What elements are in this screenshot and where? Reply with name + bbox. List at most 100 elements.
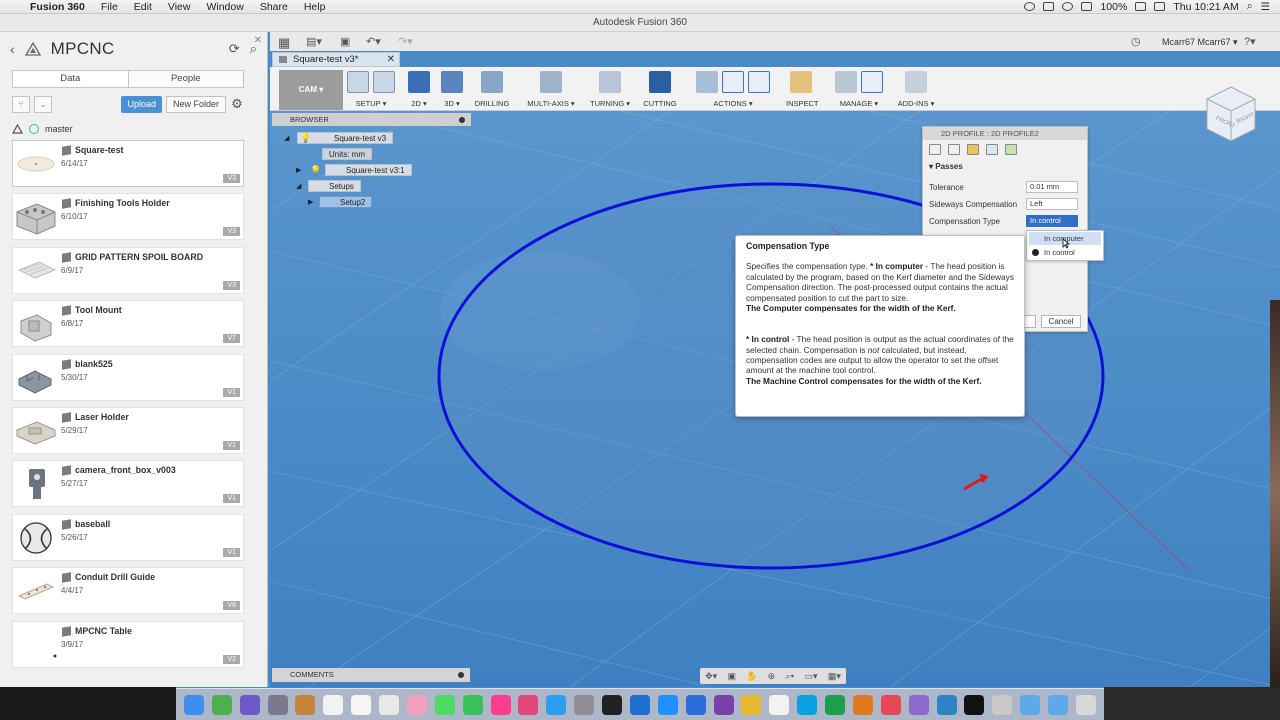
job-status-icon[interactable]: ◷ xyxy=(1131,35,1141,48)
notes-icon[interactable] xyxy=(351,694,372,715)
passes-section[interactable]: ▾ Passes xyxy=(923,162,1087,171)
user-menu[interactable]: Mcarr67 Mcarr67 ▾ xyxy=(1162,37,1238,48)
expand-arrow-icon[interactable]: ▶ xyxy=(308,198,313,206)
sideways-compensation-select[interactable]: Left xyxy=(1026,198,1078,210)
collapse-icon[interactable] xyxy=(459,117,465,123)
zoom-icon[interactable]: ⊕ xyxy=(768,671,776,682)
file-item[interactable]: MPCNC Table 3/9/17 V2 xyxy=(12,620,244,668)
linking-tab-icon[interactable] xyxy=(1005,144,1017,155)
display-settings-icon[interactable]: ▭▾ xyxy=(805,671,818,682)
launchpad-icon[interactable] xyxy=(267,694,288,715)
ribbon-group-cutting[interactable]: CUTTING xyxy=(642,71,678,109)
file-item[interactable]: Laser Holder 5/29/17 V1 xyxy=(12,406,244,454)
collapse-arrow-icon[interactable]: ◢ xyxy=(284,134,289,142)
file-item[interactable]: Tool Mount 6/8/17 V7 xyxy=(12,300,244,348)
excel-icon[interactable] xyxy=(825,694,846,715)
menu-view[interactable]: View xyxy=(160,1,199,13)
messages-icon[interactable] xyxy=(434,694,455,715)
trash-icon[interactable] xyxy=(1075,694,1096,715)
data-panel-toggle-icon[interactable]: ▦ xyxy=(278,35,290,51)
tree-units[interactable]: Units: mm xyxy=(322,148,372,160)
lightbulb-icon[interactable]: 💡 xyxy=(300,133,311,144)
tolerance-input[interactable]: 0.01 mm xyxy=(1026,181,1078,193)
tree-setups[interactable]: Setups xyxy=(308,180,361,192)
activity-monitor-icon[interactable] xyxy=(211,694,232,715)
tree-component[interactable]: Square-test v3:1 xyxy=(325,164,412,176)
gear-icon[interactable]: ⚙ xyxy=(230,96,244,112)
downloads-folder-icon[interactable] xyxy=(1048,694,1069,715)
chrome-icon[interactable] xyxy=(741,694,762,715)
collapse-arrow-icon[interactable]: ◢ xyxy=(296,182,301,190)
branch-indicator[interactable]: master xyxy=(12,123,73,135)
branch-icon[interactable]: ⑂ xyxy=(12,95,30,113)
preview-icon[interactable] xyxy=(992,694,1013,715)
pan-icon[interactable]: ✋ xyxy=(746,671,757,682)
itunes-icon[interactable] xyxy=(490,694,511,715)
grid-settings-icon[interactable]: ▦▾ xyxy=(828,671,841,682)
menu-share[interactable]: Share xyxy=(252,1,296,13)
siri-icon[interactable] xyxy=(239,694,260,715)
menu-window[interactable]: Window xyxy=(198,1,251,13)
menubar-clock[interactable]: Thu 10:21 AM xyxy=(1173,1,1238,13)
ribbon-group-actions[interactable]: ACTIONS ▾ xyxy=(694,71,772,109)
tree-root[interactable]: Square-test v3 xyxy=(297,132,394,144)
status-icon[interactable] xyxy=(1024,2,1036,11)
orbit-icon[interactable]: ✥▾ xyxy=(705,671,717,682)
ribbon-group-3d[interactable]: 3D ▾ xyxy=(438,71,466,109)
help-icon[interactable]: ?▾ xyxy=(1244,35,1256,48)
file-item[interactable]: baseball 5/26/17 V1 xyxy=(12,513,244,561)
upload-button[interactable]: Upload xyxy=(121,95,162,113)
tree-setup2[interactable]: Setup2 xyxy=(319,196,373,208)
status-icon[interactable] xyxy=(1043,2,1055,11)
word-icon[interactable] xyxy=(685,694,706,715)
ribbon-group-drilling[interactable]: DRILLING xyxy=(474,71,510,109)
photos-icon[interactable] xyxy=(406,694,427,715)
onenote-icon[interactable] xyxy=(713,694,734,715)
ribbon-group-manage[interactable]: MANAGE ▾ xyxy=(834,71,884,109)
file-item[interactable]: Conduit Drill Guide 4/4/17 V6 xyxy=(12,567,244,615)
menu-file[interactable]: File xyxy=(93,1,126,13)
undo-icon[interactable]: ↶▾ xyxy=(366,35,381,48)
close-icon[interactable]: ✕ xyxy=(254,35,262,46)
view-cube[interactable]: FRONT RIGHT xyxy=(1205,85,1257,145)
save-icon[interactable]: ▣ xyxy=(340,35,350,48)
workspace-switcher[interactable]: CAM ▾ xyxy=(279,70,343,110)
file-item[interactable]: GRID PATTERN SPOIL BOARD 6/9/17 V3 xyxy=(12,246,244,294)
calendar-icon[interactable] xyxy=(323,694,344,715)
ribbon-group-multi-axis[interactable]: MULTI-AXIS ▾ xyxy=(526,71,576,109)
ibooks-icon[interactable] xyxy=(518,694,539,715)
collapse-icon[interactable] xyxy=(458,672,464,678)
system-preferences-icon[interactable] xyxy=(574,694,595,715)
reminders-icon[interactable] xyxy=(379,694,400,715)
chevron-down-icon[interactable]: ⌄ xyxy=(34,95,52,113)
battery-percent[interactable]: 100% xyxy=(1100,1,1127,13)
file-menu-icon[interactable]: ▤▾ xyxy=(306,35,322,48)
file-item[interactable]: blank525 5/30/17 V1 xyxy=(12,353,244,401)
zoom-window-icon[interactable]: ⌕▾ xyxy=(785,671,794,682)
battery-icon[interactable] xyxy=(1135,2,1147,11)
comments-bar[interactable]: COMMENTS xyxy=(272,668,470,682)
redo-icon[interactable]: ↷▾ xyxy=(398,35,413,48)
fusion360-icon[interactable] xyxy=(852,694,873,715)
outlook-icon[interactable] xyxy=(629,694,650,715)
compensation-type-select[interactable]: In control xyxy=(1026,215,1078,227)
look-at-icon[interactable]: ▣ xyxy=(727,671,736,682)
tab-people[interactable]: People xyxy=(129,71,244,87)
cancel-button[interactable]: Cancel xyxy=(1041,315,1081,328)
tool-tab-icon[interactable] xyxy=(929,144,941,155)
ribbon-group-turning[interactable]: TURNING ▾ xyxy=(590,71,630,109)
app-store-icon[interactable] xyxy=(546,694,567,715)
new-folder-button[interactable]: New Folder xyxy=(165,95,226,113)
skype-icon[interactable] xyxy=(797,694,818,715)
heights-tab-icon[interactable] xyxy=(967,144,979,155)
tab-data[interactable]: Data xyxy=(13,71,129,87)
ribbon-group-add-ins[interactable]: ADD-INS ▾ xyxy=(896,71,936,109)
menu-list-icon[interactable]: ☰ xyxy=(1261,1,1270,13)
safari-icon[interactable] xyxy=(657,694,678,715)
facetime-icon[interactable] xyxy=(462,694,483,715)
calendar-icon[interactable] xyxy=(1154,2,1166,11)
geometry-tab-icon[interactable] xyxy=(948,144,960,155)
refresh-icon[interactable]: ⟳ xyxy=(229,41,240,57)
terminal-icon[interactable] xyxy=(602,694,623,715)
lightbulb-icon[interactable]: 💡 xyxy=(310,165,321,176)
